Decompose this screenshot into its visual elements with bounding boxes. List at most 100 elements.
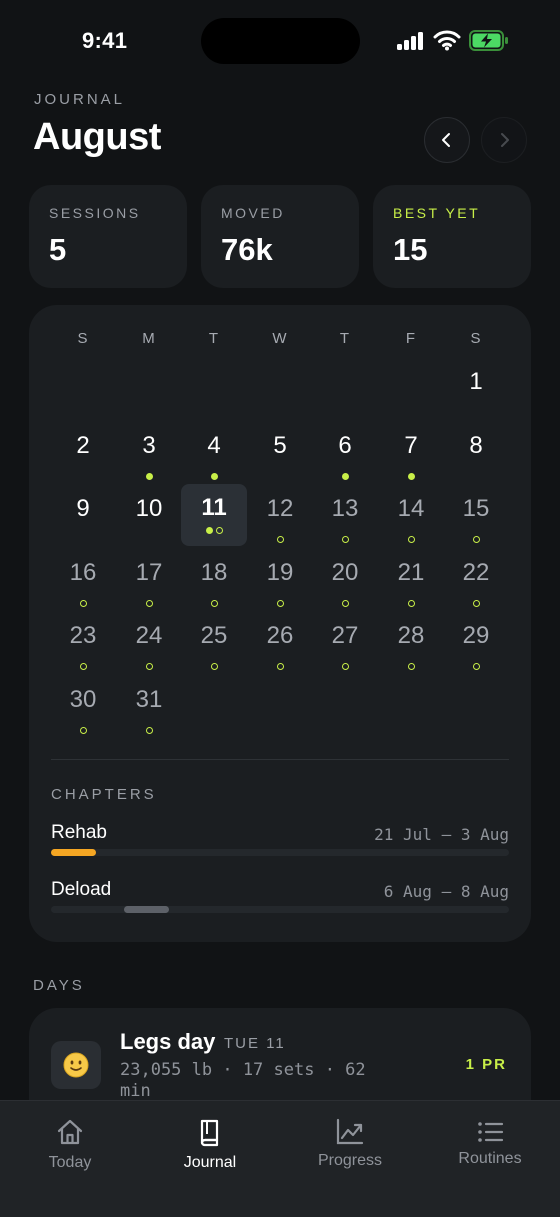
calendar-day[interactable]: 17	[117, 559, 181, 621]
calendar-day[interactable]: 29	[444, 622, 508, 684]
day-number: 12	[266, 495, 294, 522]
calendar-day[interactable]: 10	[117, 495, 181, 557]
list-icon	[478, 1122, 504, 1142]
day-number: 15	[462, 495, 490, 522]
chapter-name: Deload	[51, 879, 112, 900]
tab-today[interactable]: Today	[10, 1101, 130, 1191]
calendar-day[interactable]: 2	[51, 432, 115, 494]
calendar-day[interactable]: 9	[51, 495, 115, 557]
calendar-day[interactable]: 31	[117, 686, 181, 748]
calendar-day[interactable]: 22	[444, 559, 508, 621]
stat-value: 76k	[221, 232, 273, 267]
chapter-timeline-bar	[51, 849, 96, 856]
weekday-header: S M T W T F S	[0, 330, 560, 350]
calendar-day[interactable]: 5	[248, 432, 312, 494]
tab-progress[interactable]: Progress	[290, 1101, 410, 1191]
planned-session-dot	[472, 536, 480, 543]
pr-badge: 1 PR	[465, 1056, 507, 1073]
planned-session-dot	[210, 600, 218, 607]
calendar-day-today[interactable]: 11	[181, 484, 247, 546]
calendar-day[interactable]: 16	[51, 559, 115, 621]
calendar-day[interactable]: 3	[117, 432, 181, 494]
day-number: 25	[200, 622, 228, 649]
chevron-left-icon	[442, 133, 450, 147]
calendar-day[interactable]: 14	[379, 495, 443, 557]
calendar-day[interactable]: 28	[379, 622, 443, 684]
calendar-day[interactable]: 13	[313, 495, 377, 557]
cellular-signal-icon	[397, 30, 425, 50]
calendar-day[interactable]: 27	[313, 622, 377, 684]
weekday-label: T	[208, 330, 220, 347]
mood-emoji-icon	[51, 1041, 101, 1089]
chapter-name: Rehab	[51, 822, 107, 843]
calendar-day[interactable]: 21	[379, 559, 443, 621]
chevron-right-icon	[501, 133, 509, 147]
day-number: 17	[135, 559, 163, 586]
dynamic-island	[201, 18, 360, 64]
planned-session-dot	[472, 600, 480, 607]
chart-icon	[336, 1118, 364, 1145]
calendar-day[interactable]: 19	[248, 559, 312, 621]
tab-journal[interactable]: Journal	[150, 1101, 270, 1191]
planned-session-dot	[79, 727, 87, 734]
weekday-label: W	[272, 330, 288, 347]
tab-label: Today	[48, 1154, 92, 1171]
calendar-divider	[51, 759, 509, 760]
planned-session-dot	[407, 663, 415, 670]
tab-routines[interactable]: Routines	[430, 1101, 550, 1191]
day-number: 6	[338, 432, 352, 459]
tab-label: Routines	[458, 1150, 522, 1167]
weekday-label: T	[339, 330, 351, 347]
day-number: 23	[69, 622, 97, 649]
planned-session-dot	[145, 600, 153, 607]
chapter-timeline-track	[51, 849, 509, 856]
logged-session-dot	[145, 473, 153, 480]
calendar-day[interactable]: 7	[379, 432, 443, 494]
planned-session-dot	[276, 600, 284, 607]
next-month-button[interactable]	[481, 117, 527, 163]
day-number: 2	[76, 432, 90, 459]
calendar-day[interactable]: 23	[51, 622, 115, 684]
previous-month-button[interactable]	[424, 117, 470, 163]
calendar-day[interactable]: 6	[313, 432, 377, 494]
planned-session-dot	[407, 536, 415, 543]
calendar-day[interactable]: 20	[313, 559, 377, 621]
planned-session-dot	[79, 600, 87, 607]
day-number: 18	[200, 559, 228, 586]
weekday-label: M	[142, 330, 156, 347]
weekday-label: S	[77, 330, 89, 347]
stat-label: BEST YET	[393, 205, 481, 221]
page-title: August	[33, 116, 161, 158]
planned-session-dot	[276, 663, 284, 670]
stat-sessions: SESSIONS 5	[29, 185, 187, 288]
chapter-rehab[interactable]: Rehab 21 Jul — 3 Aug	[51, 822, 509, 862]
day-entry-date: TUE 11	[224, 1035, 286, 1052]
status-time: 9:41	[82, 28, 128, 53]
calendar-day[interactable]: 1	[444, 368, 508, 430]
day-number: 5	[273, 432, 287, 459]
day-number: 16	[69, 559, 97, 586]
calendar-day[interactable]: 26	[248, 622, 312, 684]
day-number: 1	[469, 368, 483, 395]
calendar-day[interactable]: 25	[182, 622, 246, 684]
calendar-day[interactable]: 18	[182, 559, 246, 621]
calendar-day[interactable]: 8	[444, 432, 508, 494]
tab-label: Journal	[183, 1154, 237, 1171]
day-number: 21	[397, 559, 425, 586]
stat-best-yet: BEST YET 15	[373, 185, 531, 288]
calendar-day[interactable]: 30	[51, 686, 115, 748]
planned-session-dot	[145, 663, 153, 670]
calendar-day[interactable]: 12	[248, 495, 312, 557]
calendar-day[interactable]: 15	[444, 495, 508, 557]
chapter-deload[interactable]: Deload 6 Aug — 8 Aug	[51, 879, 509, 919]
day-number: 8	[469, 432, 483, 459]
home-icon	[57, 1119, 83, 1145]
day-number: 14	[397, 495, 425, 522]
tab-bar: Today Journal Progress Routines	[0, 1100, 560, 1217]
chapter-timeline-bar	[124, 906, 169, 913]
planned-session-dot	[407, 600, 415, 607]
day-number: 30	[69, 686, 97, 713]
battery-charging-icon	[469, 30, 508, 51]
tab-label: Progress	[317, 1152, 383, 1169]
calendar-day[interactable]: 24	[117, 622, 181, 684]
